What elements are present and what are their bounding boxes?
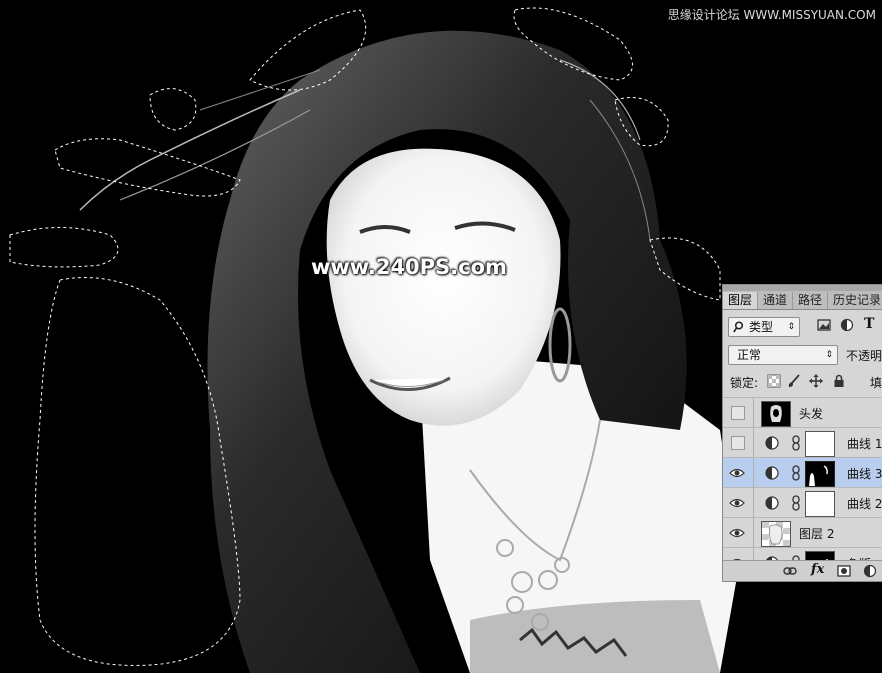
lock-transparent-icon[interactable] — [767, 374, 781, 388]
layer-row-curves-1[interactable]: 曲线 1 — [723, 427, 882, 458]
blend-mode-value: 正常 — [737, 348, 762, 362]
fx-icon[interactable]: fx — [811, 562, 825, 577]
link-icon[interactable] — [791, 495, 801, 511]
center-watermark: www.240PS.com — [311, 255, 507, 279]
lock-all-icon[interactable] — [832, 374, 846, 388]
link-icon[interactable] — [791, 465, 801, 481]
adjustment-icon[interactable] — [863, 564, 877, 578]
layer-name[interactable]: 图层 2 — [799, 525, 834, 542]
layers-bottom-toolbar: fx — [723, 560, 882, 581]
layer-name[interactable]: 头发 — [799, 405, 823, 422]
image-filter-icon[interactable] — [817, 318, 831, 332]
divider — [753, 488, 754, 518]
black-mask[interactable] — [805, 461, 835, 487]
panel-title-strip[interactable] — [723, 285, 882, 291]
tab-history[interactable]: 历史记录 — [828, 292, 882, 309]
layers-panel: 图层 通道 路径 历史记录 类型 ⇕ T 正常 ⇕ 不透明 锁定: 填 头发 曲… — [722, 284, 882, 582]
lock-position-icon[interactable] — [809, 374, 823, 388]
lock-label: 锁定: — [730, 376, 759, 390]
checker-thumbnail[interactable] — [761, 521, 791, 547]
curves-adjustment-icon[interactable] — [765, 466, 779, 480]
eye-icon[interactable] — [729, 497, 745, 509]
hair-thumbnail[interactable] — [761, 401, 791, 427]
search-icon — [733, 321, 744, 333]
updown-arrows-icon: ⇕ — [787, 322, 795, 332]
divider — [753, 518, 754, 548]
layer-row-curves-2[interactable]: 曲线 2 — [723, 487, 882, 518]
lock-row: 锁定: 填 — [723, 371, 882, 393]
white-mask[interactable] — [805, 431, 835, 457]
updown-arrows-icon: ⇕ — [825, 350, 833, 360]
visibility-toggle-off[interactable] — [731, 436, 745, 450]
white-mask[interactable] — [805, 491, 835, 517]
filter-type-select[interactable]: 类型 ⇕ — [728, 317, 800, 337]
lock-brush-icon[interactable] — [787, 374, 801, 388]
divider — [753, 458, 754, 488]
layer-name[interactable]: 曲线 1 — [847, 435, 882, 452]
opacity-label: 不透明 — [846, 349, 882, 363]
adjustment-filter-icon[interactable] — [840, 318, 854, 332]
tab-paths[interactable]: 路径 — [793, 292, 829, 309]
filter-type-label: 类型 — [749, 320, 774, 334]
divider — [753, 428, 754, 458]
layer-name[interactable]: 曲线 3 — [847, 465, 882, 482]
type-filter-icon[interactable]: T — [864, 316, 878, 332]
link-icon[interactable] — [783, 564, 797, 578]
curves-adjustment-icon[interactable] — [765, 436, 779, 450]
filter-row: 类型 ⇕ T — [723, 315, 882, 337]
tab-layers[interactable]: 图层 — [723, 292, 759, 309]
eye-icon[interactable] — [729, 467, 745, 479]
blend-row: 正常 ⇕ 不透明 — [723, 343, 882, 365]
tab-channels[interactable]: 通道 — [758, 292, 794, 309]
eye-icon[interactable] — [729, 527, 745, 539]
mask-icon[interactable] — [837, 564, 851, 578]
visibility-toggle-off[interactable] — [731, 406, 745, 420]
divider — [753, 398, 754, 428]
fill-label: 填 — [870, 376, 882, 390]
link-icon[interactable] — [791, 435, 801, 451]
blend-mode-select[interactable]: 正常 ⇕ — [728, 345, 838, 365]
layer-row-curves-3[interactable]: 曲线 3 — [723, 457, 882, 488]
layer-row-layer-2[interactable]: 图层 2 — [723, 517, 882, 548]
site-watermark: 思缘设计论坛 WWW.MISSYUAN.COM — [667, 8, 876, 22]
layer-row-hair[interactable]: 头发 — [723, 397, 882, 428]
panel-tabs: 图层 通道 路径 历史记录 — [723, 285, 882, 310]
layer-name[interactable]: 曲线 2 — [847, 495, 882, 512]
curves-adjustment-icon[interactable] — [765, 496, 779, 510]
